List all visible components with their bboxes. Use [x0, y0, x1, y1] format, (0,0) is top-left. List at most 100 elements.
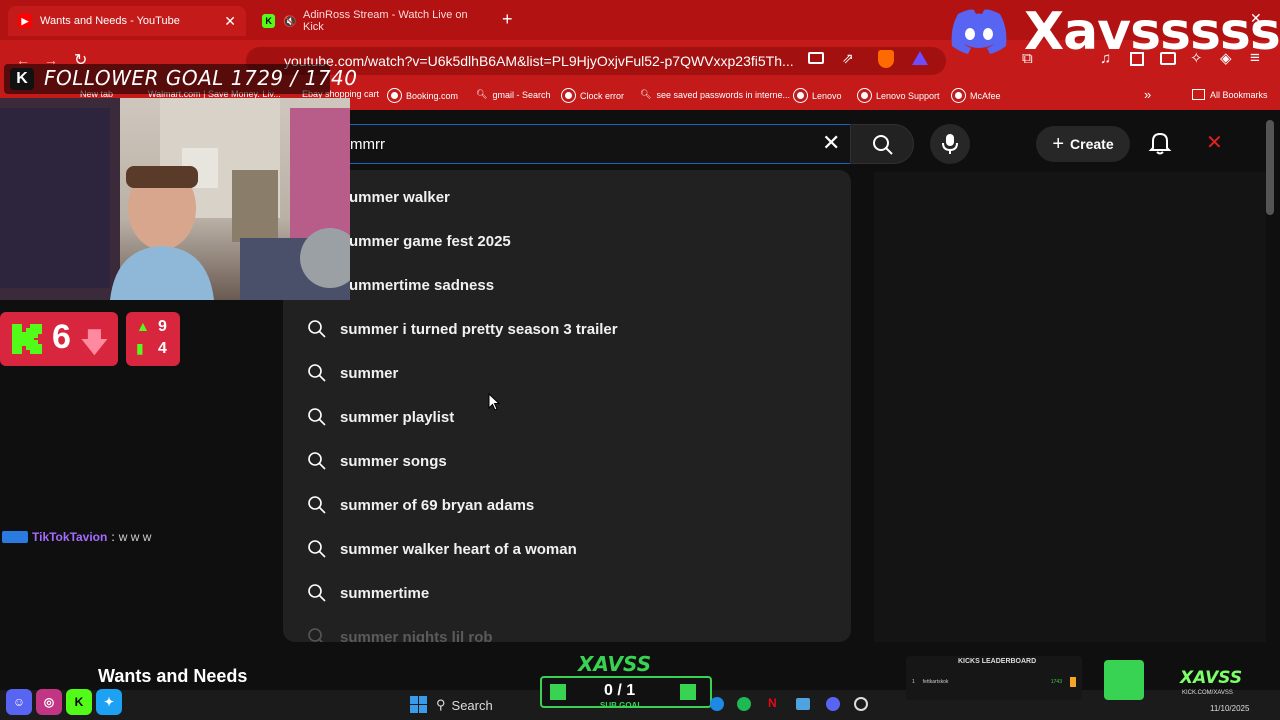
tab-kick[interactable]: K 🔇 AdinRoss Stream - Watch Live on Kick: [252, 6, 492, 36]
discord-logo-icon: [951, 9, 1007, 54]
bookmark-mcafee[interactable]: McAfee: [951, 88, 1001, 103]
gift-icon: [550, 684, 566, 700]
chat-text: w w w: [118, 530, 152, 544]
search-icon: [307, 495, 327, 519]
search-icon: [307, 319, 327, 343]
arrow-down-icon: 🡇: [80, 327, 109, 358]
bell-icon: [1148, 132, 1172, 155]
share-icon[interactable]: ⇗: [842, 50, 854, 67]
taskbar-date: 11/10/2025: [1210, 704, 1250, 713]
spotify-icon[interactable]: [737, 697, 751, 711]
edge-icon[interactable]: [710, 697, 724, 711]
instagram-icon: ◎: [36, 689, 62, 715]
webcam-scene: [0, 98, 350, 300]
bookmark-saved-passwords[interactable]: 🔍︎ see saved passwords in interne...: [640, 89, 790, 100]
clear-search-icon[interactable]: ✕: [822, 130, 840, 156]
search-icon: [307, 627, 327, 642]
globe-icon: [951, 88, 966, 103]
search-button[interactable]: [850, 124, 914, 164]
search-icon: 🔍︎: [476, 89, 488, 99]
video-area: [874, 172, 1266, 642]
twitter-icon: ✦: [96, 689, 122, 715]
voice-search-button[interactable]: [930, 124, 970, 164]
taskbar-search[interactable]: ⚲ Search: [436, 694, 528, 716]
search-input[interactable]: [330, 124, 850, 164]
notifications-button[interactable]: [1148, 130, 1172, 161]
search-icon: [307, 363, 327, 387]
window-close-icon[interactable]: ✕: [1250, 10, 1262, 27]
photos-icon[interactable]: [796, 698, 810, 710]
suggestion-item[interactable]: ummer walker: [283, 175, 851, 219]
page-scrollbar[interactable]: [1266, 120, 1274, 215]
bookmark-booking[interactable]: Booking.com: [387, 88, 458, 103]
chat-message: TikTokTavion : w w w: [2, 530, 151, 544]
kick-logo-icon: [12, 324, 42, 354]
suggestion-item[interactable]: ummertime sadness: [283, 263, 851, 307]
tab-label: Wants and Needs - YouTube: [40, 15, 180, 27]
search-icon: [307, 583, 327, 607]
suggestion-item[interactable]: ummer game fest 2025: [283, 219, 851, 263]
chat-badge-icon: [2, 531, 28, 543]
search-icon: [307, 539, 327, 563]
search-icon: [307, 407, 327, 431]
brave-rewards-icon[interactable]: [912, 51, 928, 65]
avatar[interactable]: ✕: [1206, 130, 1223, 155]
chat-username: TikTokTavion: [32, 530, 108, 544]
plus-icon: +: [1052, 132, 1065, 155]
obs-icon[interactable]: [854, 697, 868, 711]
kick-favicon-icon: K: [262, 14, 276, 28]
close-tab-icon[interactable]: ✕: [224, 13, 236, 30]
globe-icon: [857, 88, 872, 103]
globe-icon: [793, 88, 808, 103]
youtube-favicon-icon: ▶: [18, 14, 32, 28]
folder-icon: [1192, 89, 1205, 100]
bookmark-gmail-search[interactable]: 🔍︎ gmail - Search: [476, 89, 550, 100]
tab-label: AdinRoss Stream - Watch Live on Kick: [303, 9, 468, 33]
brave-shield-icon[interactable]: [878, 50, 894, 68]
bookmark-clock-error[interactable]: Clock error: [561, 88, 624, 103]
cast-icon[interactable]: [808, 52, 824, 64]
more-bookmarks-icon[interactable]: »: [1144, 87, 1151, 102]
suggestion-item[interactable]: summertime: [283, 571, 851, 615]
leaderboard-row: 1 fettkartskok 1743: [912, 676, 1076, 688]
follower-goal-text: FOLLOWER GOAL 1729 / 1740: [44, 66, 358, 90]
suggestion-item[interactable]: summer walker heart of a woman: [283, 527, 851, 571]
leaderboard-title: KICKS LEADERBOARD: [958, 658, 1037, 665]
suggestion-item[interactable]: summer playlist: [283, 395, 851, 439]
sub-goal-count: 0 / 1: [604, 682, 636, 699]
video-title: Wants and Needs: [98, 666, 248, 686]
bookmark-lenovo-support[interactable]: Lenovo Support: [857, 88, 940, 103]
all-bookmarks[interactable]: All Bookmarks: [1192, 89, 1268, 100]
stats-badge: ▲ 9 ▮ 4: [126, 312, 180, 366]
netflix-icon[interactable]: N: [768, 696, 777, 710]
suggestion-item[interactable]: summer of 69 bryan adams: [283, 483, 851, 527]
search-input-value: mmrr: [350, 136, 385, 153]
sub-goal-label: SUB GOAL: [600, 701, 643, 710]
create-button[interactable]: + Create: [1036, 126, 1130, 162]
kick-logo-icon: K: [10, 68, 34, 90]
mute-icon: 🔇: [283, 15, 297, 28]
kick-logo-large-icon: [1104, 660, 1144, 700]
globe-icon: [561, 88, 576, 103]
globe-icon: [387, 88, 402, 103]
viewer-count-badge: 6 🡇: [0, 312, 118, 366]
new-tab-button[interactable]: +: [502, 9, 513, 30]
tab-youtube[interactable]: ▶ Wants and Needs - YouTube ✕: [8, 6, 246, 36]
discord-icon: ☺: [6, 689, 32, 715]
search-icon: [873, 135, 893, 155]
bookmark-lenovo[interactable]: Lenovo: [793, 88, 842, 103]
discord-taskbar-icon[interactable]: [826, 697, 840, 711]
sub-goal-title: XAVSS: [578, 652, 652, 676]
mouse-cursor-icon: [488, 393, 500, 411]
suggestion-item[interactable]: summer: [283, 351, 851, 395]
suggestion-item[interactable]: summer nights lil rob: [283, 615, 851, 642]
windows-start-icon[interactable]: [410, 696, 427, 713]
suggestion-item[interactable]: summer i turned pretty season 3 trailer: [283, 307, 851, 351]
search-icon: ⚲: [436, 697, 446, 712]
suggestion-item[interactable]: summer songs: [283, 439, 851, 483]
search-suggestions-dropdown: ummer walker ummer game fest 2025 ummert…: [283, 170, 851, 642]
brand-small: XAVSS: [1180, 668, 1243, 688]
bar-chart-icon: ▮: [136, 340, 144, 356]
viewer-count: 6: [52, 318, 71, 356]
streamer-name: Xavsssss: [1024, 2, 1280, 62]
